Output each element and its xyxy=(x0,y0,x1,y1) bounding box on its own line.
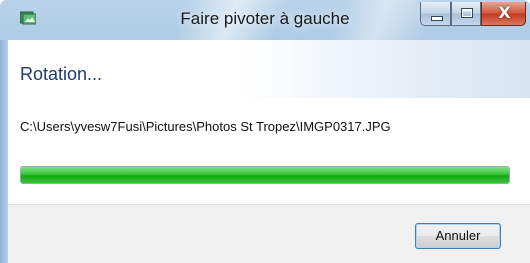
window-frame-edge xyxy=(0,40,8,263)
dialog-content: Rotation... C:\Users\yvesw7Fusi\Pictures… xyxy=(8,40,530,263)
dialog-window: Faire pivoter à gauche X Rotation... C:\… xyxy=(0,0,530,263)
maximize-button[interactable] xyxy=(451,2,481,26)
close-button[interactable]: X xyxy=(481,2,526,26)
dialog-footer: Annuler xyxy=(8,204,530,263)
maximize-icon xyxy=(461,8,473,18)
minimize-icon xyxy=(431,16,443,21)
file-path-label: C:\Users\yvesw7Fusi\Pictures\Photos St T… xyxy=(20,119,391,134)
dialog-heading: Rotation... xyxy=(20,64,103,84)
progress-bar-fill xyxy=(21,167,509,183)
header-band: Rotation... xyxy=(8,40,530,98)
close-icon: X xyxy=(498,3,511,22)
progress-bar xyxy=(20,166,510,184)
cancel-button[interactable]: Annuler xyxy=(415,223,501,249)
title-bar[interactable]: Faire pivoter à gauche X xyxy=(0,0,530,40)
minimize-button[interactable] xyxy=(420,2,451,26)
